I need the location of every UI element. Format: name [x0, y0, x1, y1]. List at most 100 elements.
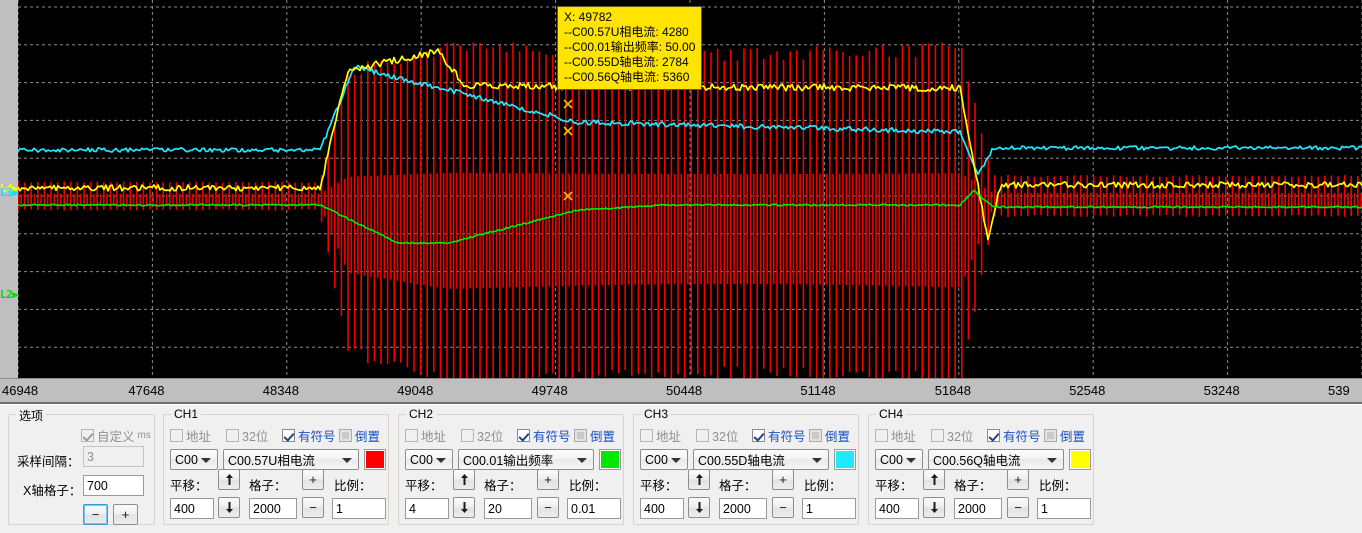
grid-label: 格子： — [954, 479, 992, 493]
shift-down-button[interactable] — [923, 497, 945, 518]
sample-interval-input[interactable]: 3 — [83, 446, 144, 467]
signed-checkbox[interactable]: 有符号 — [517, 426, 571, 445]
grid-decrease-button[interactable]: − — [537, 497, 559, 518]
ratio-input[interactable]: 1 — [1037, 498, 1091, 519]
channel-edge-marker[interactable]: L3▶ — [0, 187, 19, 199]
invert-checkbox-box[interactable] — [1044, 429, 1057, 442]
signed-checkbox-box[interactable] — [752, 429, 765, 442]
tooltip-row: --C00.01输出频率: 50.00 — [564, 40, 696, 54]
address-checkbox-box[interactable] — [405, 429, 418, 442]
control-panel: 选项 自定义 ms 采样间隔： 3 X轴格子： 700 − + CH1 地址 3… — [0, 404, 1362, 533]
ratio-input[interactable]: 1 — [802, 498, 856, 519]
trace-color-swatch[interactable] — [599, 449, 621, 470]
oscilloscope-plot-area[interactable]: L4▶ L3▶ L2▶ X: 49782 --C00.57U相电流: 4280 --… — [0, 0, 1362, 378]
register-group-combo[interactable]: C00 — [405, 449, 453, 470]
grid-increase-button[interactable]: + — [302, 469, 324, 490]
xgrid-increase-button[interactable]: + — [113, 504, 138, 525]
shift-input[interactable]: 400 — [640, 498, 684, 519]
signed-checkbox[interactable]: 有符号 — [282, 426, 336, 445]
shift-up-button[interactable] — [688, 469, 710, 490]
address-checkbox-box[interactable] — [875, 429, 888, 442]
signed-checkbox[interactable]: 有符号 — [987, 426, 1041, 445]
ratio-input[interactable]: 0.01 — [567, 498, 621, 519]
plus-icon: + — [544, 472, 552, 487]
register-group-combo[interactable]: C00 — [640, 449, 688, 470]
register-group-value: C00 — [645, 452, 668, 467]
bit32-checkbox[interactable]: 32位 — [461, 426, 503, 445]
register-group-combo[interactable]: C00 — [875, 449, 923, 470]
address-checkbox[interactable]: 地址 — [640, 426, 681, 445]
signed-checkbox[interactable]: 有符号 — [752, 426, 806, 445]
trace-color-swatch[interactable] — [834, 449, 856, 470]
ratio-input[interactable]: 1 — [332, 498, 386, 519]
signed-checkbox-box[interactable] — [987, 429, 1000, 442]
custom-ms-checkbox-box[interactable] — [81, 429, 94, 442]
xgrid-decrease-button[interactable]: − — [83, 504, 108, 525]
x-axis-tick: 51148 — [800, 383, 836, 398]
shift-down-button[interactable] — [218, 497, 240, 518]
signed-label: 有符号 — [768, 430, 806, 444]
shift-input[interactable]: 400 — [170, 498, 214, 519]
signal-select-value: C00.56Q轴电流 — [933, 454, 1021, 468]
register-group-combo[interactable]: C00 — [170, 449, 218, 470]
shift-up-button[interactable] — [218, 469, 240, 490]
invert-checkbox[interactable]: 倒置 — [809, 426, 850, 445]
bit32-checkbox[interactable]: 32位 — [696, 426, 738, 445]
signal-select-combo[interactable]: C00.57U相电流 — [223, 449, 359, 470]
signal-select-combo[interactable]: C00.55D轴电流 — [693, 449, 829, 470]
shift-input[interactable]: 400 — [875, 498, 919, 519]
grid-input[interactable]: 2000 — [249, 498, 297, 519]
shift-down-button[interactable] — [688, 497, 710, 518]
shift-down-button[interactable] — [453, 497, 475, 518]
ratio-label: 比例： — [334, 479, 372, 493]
channel-group-ch1: CH1 地址 32位 有符号 倒置 C00 C00.57U相电流 平移： 400… — [163, 407, 389, 525]
bit32-checkbox[interactable]: 32位 — [931, 426, 973, 445]
bit32-checkbox-box[interactable] — [696, 429, 709, 442]
bit32-checkbox[interactable]: 32位 — [226, 426, 268, 445]
address-checkbox[interactable]: 地址 — [405, 426, 446, 445]
bit32-label: 32位 — [242, 430, 269, 444]
grid-increase-button[interactable]: + — [1007, 469, 1029, 490]
invert-checkbox-box[interactable] — [809, 429, 822, 442]
shift-up-button[interactable] — [923, 469, 945, 490]
grid-input[interactable]: 20 — [484, 498, 532, 519]
grid-decrease-button[interactable]: − — [772, 497, 794, 518]
minus-icon: − — [91, 507, 100, 522]
shift-up-button[interactable] — [453, 469, 475, 490]
invert-checkbox[interactable]: 倒置 — [339, 426, 380, 445]
bit32-checkbox-box[interactable] — [226, 429, 239, 442]
signal-select-combo[interactable]: C00.56Q轴电流 — [928, 449, 1064, 470]
bit32-checkbox-box[interactable] — [931, 429, 944, 442]
trace-color-swatch[interactable] — [1069, 449, 1091, 470]
address-checkbox[interactable]: 地址 — [875, 426, 916, 445]
arrow-up-icon — [695, 474, 703, 485]
signed-checkbox-box[interactable] — [517, 429, 530, 442]
grid-increase-button[interactable]: + — [772, 469, 794, 490]
address-checkbox[interactable]: 地址 — [170, 426, 211, 445]
address-checkbox-box[interactable] — [640, 429, 653, 442]
signed-checkbox-box[interactable] — [282, 429, 295, 442]
grid-value: 2000 — [958, 501, 986, 516]
xgrid-input[interactable]: 700 — [83, 475, 144, 496]
bit32-checkbox-box[interactable] — [461, 429, 474, 442]
custom-ms-checkbox[interactable]: 自定义 ms — [81, 426, 151, 445]
shift-input[interactable]: 4 — [405, 498, 449, 519]
invert-checkbox[interactable]: 倒置 — [574, 426, 615, 445]
signal-select-combo[interactable]: C00.01输出频率 — [458, 449, 594, 470]
invert-checkbox-box[interactable] — [339, 429, 352, 442]
chevron-down-icon — [436, 457, 446, 463]
invert-checkbox[interactable]: 倒置 — [1044, 426, 1085, 445]
channel-edge-marker[interactable]: L2▶ — [0, 289, 19, 301]
invert-label: 倒置 — [1060, 430, 1086, 444]
grid-increase-button[interactable]: + — [537, 469, 559, 490]
grid-input[interactable]: 2000 — [719, 498, 767, 519]
grid-input[interactable]: 2000 — [954, 498, 1002, 519]
grid-decrease-button[interactable]: − — [1007, 497, 1029, 518]
shift-label: 平移： — [170, 479, 208, 493]
address-checkbox-box[interactable] — [170, 429, 183, 442]
grid-decrease-button[interactable]: − — [302, 497, 324, 518]
signed-label: 有符号 — [298, 430, 336, 444]
invert-checkbox-box[interactable] — [574, 429, 587, 442]
ratio-value: 1 — [1041, 501, 1048, 516]
trace-color-swatch[interactable] — [364, 449, 386, 470]
